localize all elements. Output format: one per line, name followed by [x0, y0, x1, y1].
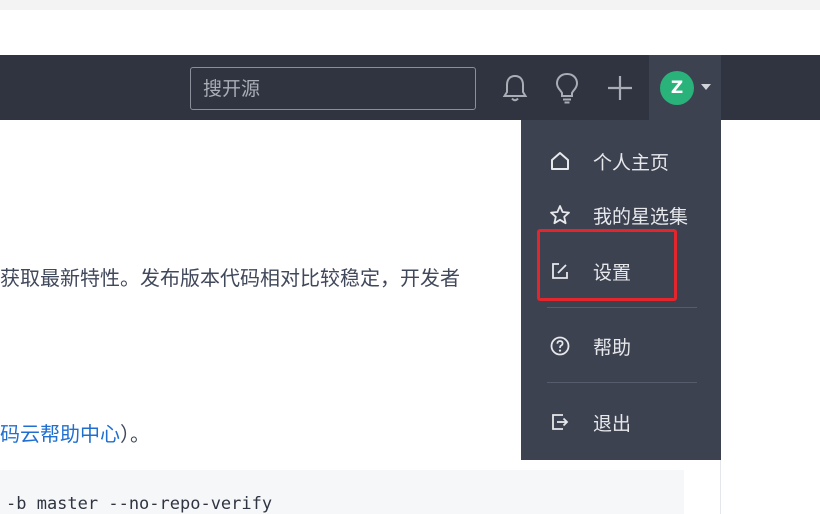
menu-divider	[547, 382, 697, 383]
help-line-suffix: ）。	[120, 422, 150, 446]
menu-item-label: 帮助	[593, 337, 632, 359]
menu-item-profile[interactable]: 个人主页	[521, 140, 721, 180]
top-navbar: Z	[0, 55, 820, 120]
caret-down-icon	[701, 84, 711, 90]
edit-icon	[549, 260, 571, 282]
menu-item-starred[interactable]: 我的星选集	[521, 194, 721, 234]
star-icon	[549, 204, 571, 226]
lightbulb-icon[interactable]	[550, 69, 584, 107]
logout-icon	[549, 411, 571, 433]
menu-item-label: 设置	[593, 262, 632, 284]
menu-item-label: 我的星选集	[593, 206, 689, 228]
menu-divider	[547, 307, 697, 308]
help-center-link[interactable]: 码云帮助中心	[0, 422, 120, 446]
plus-icon[interactable]	[603, 69, 637, 107]
user-menu-trigger[interactable]: Z	[649, 55, 721, 120]
content-help-line: 码云帮助中心）。	[0, 418, 150, 447]
top-subbar	[0, 10, 820, 56]
search-input[interactable]	[190, 67, 476, 110]
code-text: -b master --no-repo-verify	[6, 494, 273, 514]
menu-item-help[interactable]: 帮助	[521, 325, 721, 365]
avatar[interactable]: Z	[660, 71, 694, 105]
help-circle-icon	[549, 335, 571, 357]
menu-item-label: 个人主页	[593, 152, 670, 174]
user-dropdown-menu: 个人主页 我的星选集 设置 帮助 退出	[521, 120, 721, 460]
browser-chrome-strip	[0, 0, 820, 10]
content-paragraph: 获取最新特性。发布版本代码相对比较稳定，开发者	[0, 266, 460, 290]
menu-item-label: 退出	[593, 413, 632, 435]
home-icon	[549, 150, 571, 172]
menu-item-logout[interactable]: 退出	[521, 401, 721, 441]
bell-icon[interactable]	[498, 69, 532, 107]
menu-item-settings[interactable]: 设置	[521, 250, 721, 290]
